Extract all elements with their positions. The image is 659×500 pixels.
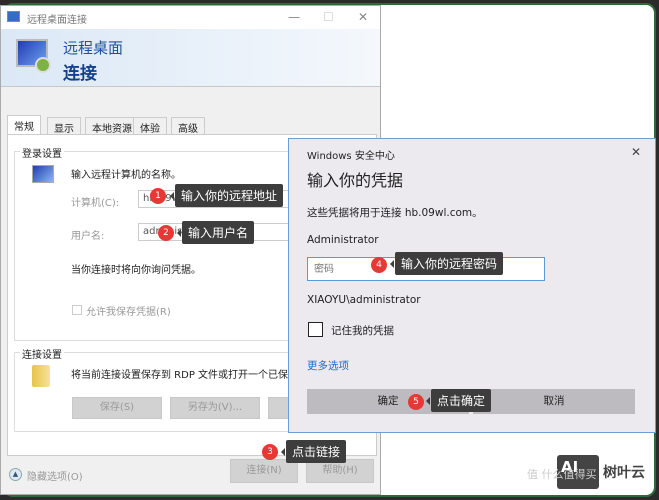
cancel-button[interactable]: 取消 [473,389,635,414]
annotation-tooltip-2: 输入用户名 [176,221,255,244]
more-options-link[interactable]: 更多选项 [307,358,349,373]
watermark-brand: 树叶云 [603,465,645,481]
remember-checkbox[interactable] [308,322,323,337]
maximize-button[interactable]: ☐ [323,10,334,24]
close-button[interactable]: ✕ [358,10,368,24]
tab-general[interactable]: 常规 [7,115,41,135]
ask-credentials-text: 当你连接时将向你询问凭据。 [71,265,201,276]
save-button[interactable]: 保存(S) [72,397,162,419]
login-desc: 输入远程计算机的名称。 [71,170,181,181]
rdp-app-icon [7,11,20,22]
computer-label: 计算机(C): [71,198,120,209]
folder-icon [32,365,50,387]
tab-display[interactable]: 显示 [47,117,81,135]
step-badge-1: 1 [150,188,166,204]
allow-save-label: 允许我保存凭据(R) [86,307,171,318]
annotation-tooltip-1: 输入你的远程地址 [169,184,284,207]
window-title: 远程桌面连接 [27,15,87,26]
step-badge-2: 2 [158,225,174,241]
connect-badge-icon [35,57,51,73]
title-bar: 远程桌面连接 — ☐ ✕ [1,6,380,29]
banner-subtitle: 连接 [63,64,97,84]
collapse-icon[interactable]: ▲ [9,468,22,481]
banner: 远程桌面 连接 [1,29,380,87]
step-badge-4: 4 [371,257,387,273]
tab-advanced[interactable]: 高级 [171,117,205,135]
computer-icon [32,165,54,183]
connection-group-label: 连接设置 [20,346,64,361]
dialog-heading: 输入你的凭据 [307,171,404,190]
dialog-desc: 这些凭据将用于连接 hb.09wl.com。 [307,207,483,219]
dialog-close-button[interactable]: ✕ [631,145,641,159]
remember-label: 记住我的凭据 [331,325,394,337]
hide-options-link[interactable]: 隐藏选项(O) [27,468,83,483]
allow-save-checkbox[interactable] [72,305,82,315]
dialog-title: Windows 安全中心 [307,151,395,162]
annotation-tooltip-5: 点击确定 [425,389,492,412]
annotation-tooltip-3: 点击链接 [280,440,347,463]
username-label: 用户名: [71,231,105,242]
minimize-button[interactable]: — [288,10,300,24]
step-badge-3: 3 [262,444,278,460]
step-badge-5: 5 [408,394,424,410]
save-as-button[interactable]: 另存为(V)... [170,397,260,419]
tab-experience[interactable]: 体验 [133,117,167,135]
watermark-sub: 值 什么值得买 [527,468,597,481]
banner-title: 远程桌面 [63,39,124,57]
domain-user: XIAOYU\administrator [307,294,421,306]
login-group-label: 登录设置 [20,145,64,160]
username-display: Administrator [307,234,379,246]
annotation-tooltip-4: 输入你的远程密码 [389,252,504,275]
tab-local-resources[interactable]: 本地资源 [85,117,139,135]
